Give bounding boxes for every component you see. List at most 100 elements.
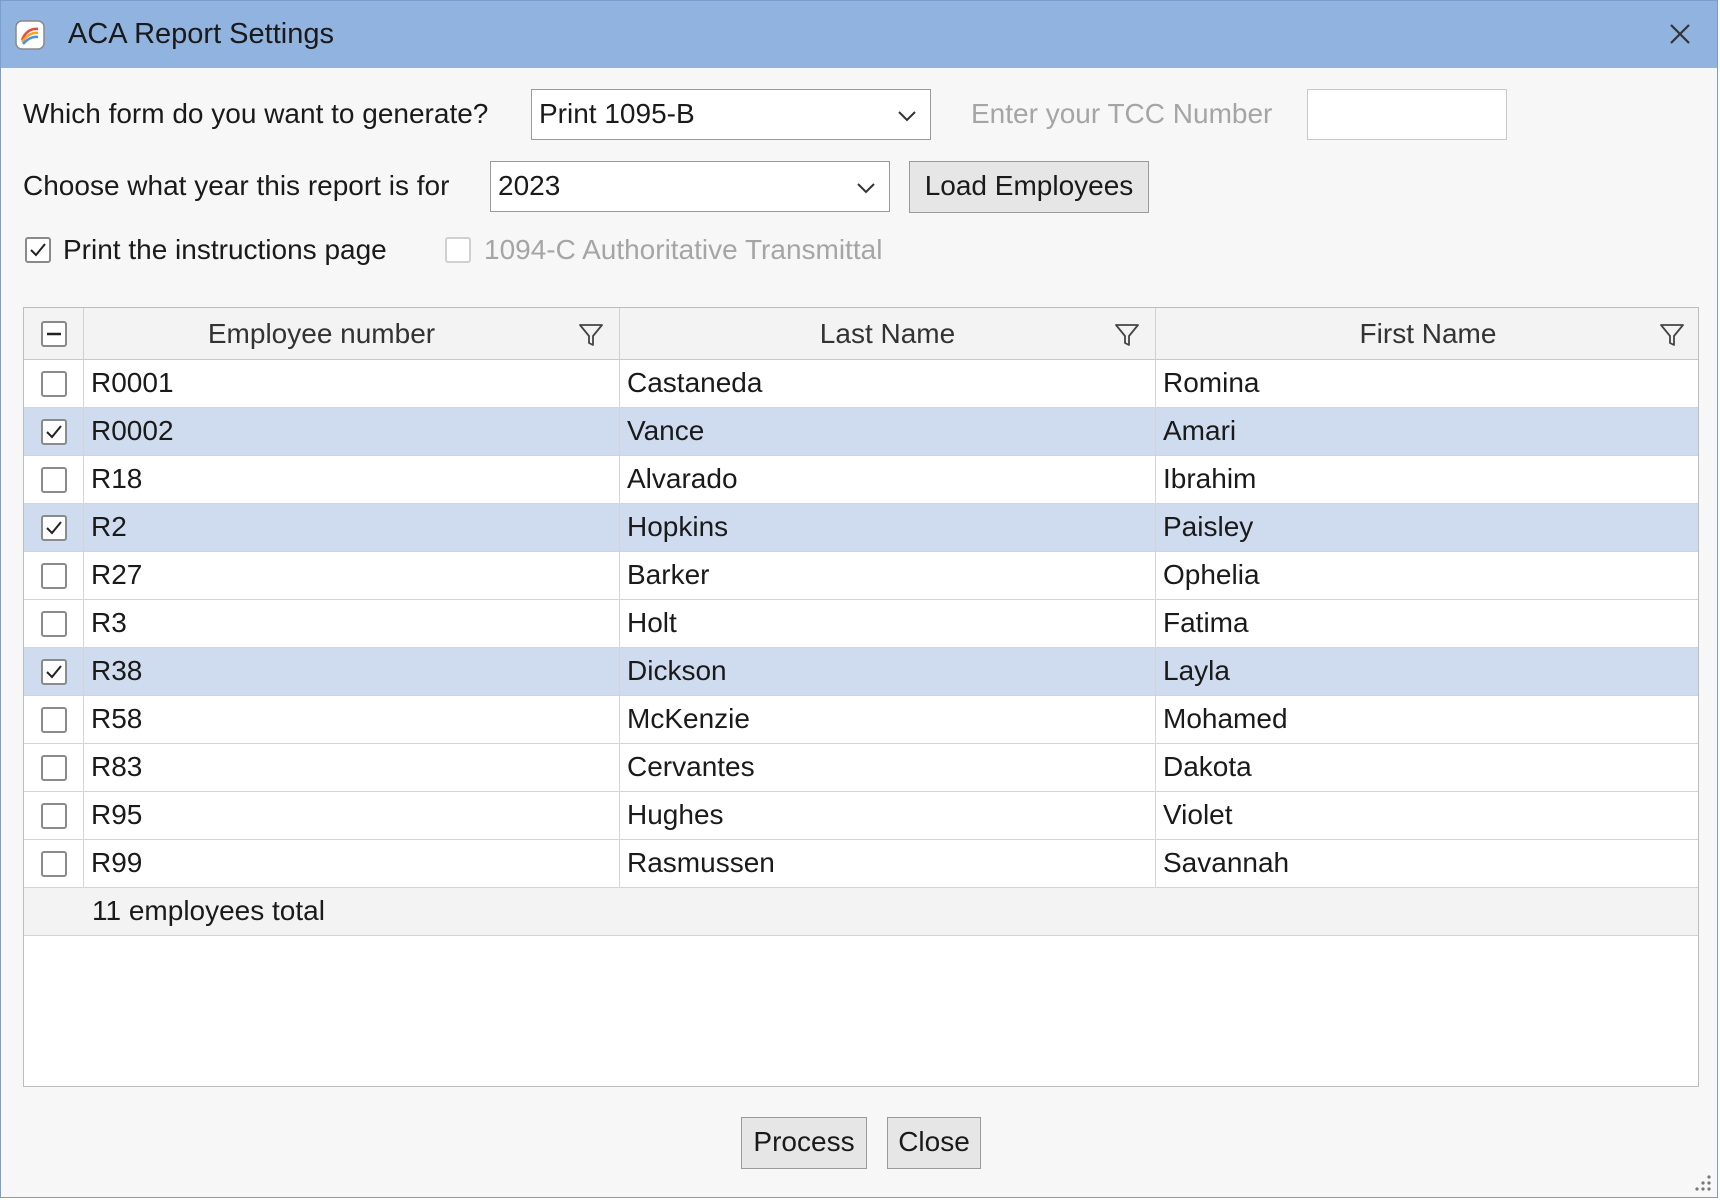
first-name-cell[interactable]: Ophelia xyxy=(1156,552,1698,599)
row-checkbox[interactable] xyxy=(41,851,67,877)
last-name-cell[interactable]: Barker xyxy=(620,552,1156,599)
table-row[interactable]: R2 Hopkins Paisley xyxy=(24,504,1698,552)
table-row[interactable]: R0002 Vance Amari xyxy=(24,408,1698,456)
first-name-cell[interactable]: Dakota xyxy=(1156,744,1698,791)
title-bar[interactable]: ACA Report Settings xyxy=(1,1,1717,68)
table-row[interactable]: R38 Dickson Layla xyxy=(24,648,1698,696)
employee-number-cell-text: R58 xyxy=(91,703,143,734)
first-name-cell[interactable]: Romina xyxy=(1156,360,1698,407)
last-name-cell[interactable]: Dickson xyxy=(620,648,1156,695)
employee-number-cell[interactable]: R18 xyxy=(84,456,620,503)
select-all-checkbox[interactable] xyxy=(41,321,67,347)
tcc-number-input[interactable] xyxy=(1307,89,1507,140)
first-name-cell-text: Savannah xyxy=(1163,847,1290,878)
row-select-cell xyxy=(24,408,84,455)
print-instructions-label: Print the instructions page xyxy=(63,234,387,265)
transmittal-checkbox xyxy=(445,237,471,263)
row-select-cell xyxy=(24,360,84,407)
first-name-cell[interactable]: Violet xyxy=(1156,792,1698,839)
column-header-employee-number[interactable]: Employee number xyxy=(84,308,620,360)
employee-number-cell-text: R18 xyxy=(91,463,143,494)
last-name-cell[interactable]: Hopkins xyxy=(620,504,1156,551)
row-checkbox[interactable] xyxy=(41,467,67,493)
first-name-cell[interactable]: Paisley xyxy=(1156,504,1698,551)
last-name-cell[interactable]: Rasmussen xyxy=(620,840,1156,887)
employee-number-cell-text: R0001 xyxy=(91,367,174,398)
row-checkbox[interactable] xyxy=(41,707,67,733)
table-row[interactable]: R0001 Castaneda Romina xyxy=(24,360,1698,408)
last-name-cell-text: Alvarado xyxy=(627,463,738,494)
row-checkbox[interactable] xyxy=(41,563,67,589)
aca-report-settings-window: ACA Report Settings Which form do you wa… xyxy=(0,0,1718,1198)
resize-grip-icon[interactable] xyxy=(1689,1169,1713,1193)
row-checkbox[interactable] xyxy=(41,371,67,397)
filter-icon[interactable] xyxy=(577,321,605,349)
form-select[interactable]: Print 1095-B xyxy=(531,89,931,140)
table-row[interactable]: R3 Holt Fatima xyxy=(24,600,1698,648)
row-select-cell xyxy=(24,792,84,839)
employee-number-cell-text: R83 xyxy=(91,751,143,782)
table-row[interactable]: R18 Alvarado Ibrahim xyxy=(24,456,1698,504)
filter-icon[interactable] xyxy=(1658,321,1686,349)
table-row[interactable]: R99 Rasmussen Savannah xyxy=(24,840,1698,888)
table-row[interactable]: R95 Hughes Violet xyxy=(24,792,1698,840)
employee-number-cell-text: R2 xyxy=(91,511,127,542)
last-name-cell[interactable]: Cervantes xyxy=(620,744,1156,791)
chevron-down-icon[interactable] xyxy=(896,105,918,127)
first-name-cell[interactable]: Savannah xyxy=(1156,840,1698,887)
employee-number-cell[interactable]: R3 xyxy=(84,600,620,647)
first-name-cell[interactable]: Amari xyxy=(1156,408,1698,455)
process-button[interactable]: Process xyxy=(741,1117,867,1169)
row-checkbox[interactable] xyxy=(41,611,67,637)
employee-number-cell[interactable]: R95 xyxy=(84,792,620,839)
grid-summary-row: 11 employees total xyxy=(24,888,1698,936)
last-name-cell-text: Holt xyxy=(627,607,677,638)
load-employees-button[interactable]: Load Employees xyxy=(909,161,1149,213)
first-name-cell[interactable]: Ibrahim xyxy=(1156,456,1698,503)
column-header-first-name[interactable]: First Name xyxy=(1156,308,1698,360)
first-name-cell[interactable]: Layla xyxy=(1156,648,1698,695)
chevron-down-icon[interactable] xyxy=(855,177,877,199)
row-checkbox[interactable] xyxy=(41,419,67,445)
last-name-cell[interactable]: Castaneda xyxy=(620,360,1156,407)
employee-number-cell[interactable]: R99 xyxy=(84,840,620,887)
employee-number-cell[interactable]: R0001 xyxy=(84,360,620,407)
row-select-cell xyxy=(24,504,84,551)
table-row[interactable]: R27 Barker Ophelia xyxy=(24,552,1698,600)
close-icon[interactable] xyxy=(1661,15,1699,53)
last-name-cell[interactable]: Alvarado xyxy=(620,456,1156,503)
first-name-cell-text: Fatima xyxy=(1163,607,1249,638)
first-name-cell[interactable]: Mohamed xyxy=(1156,696,1698,743)
first-name-cell-text: Romina xyxy=(1163,367,1260,398)
last-name-cell-text: Cervantes xyxy=(627,751,755,782)
row-select-cell xyxy=(24,456,84,503)
print-instructions-checkbox[interactable] xyxy=(25,237,51,263)
employee-number-cell[interactable]: R83 xyxy=(84,744,620,791)
employee-number-cell-text: R0002 xyxy=(91,415,174,446)
close-button[interactable]: Close xyxy=(887,1117,981,1169)
employee-number-cell[interactable]: R2 xyxy=(84,504,620,551)
last-name-cell[interactable]: Vance xyxy=(620,408,1156,455)
employee-number-cell[interactable]: R0002 xyxy=(84,408,620,455)
last-name-cell[interactable]: Holt xyxy=(620,600,1156,647)
row-checkbox[interactable] xyxy=(41,755,67,781)
employee-number-cell-text: R95 xyxy=(91,799,143,830)
last-name-cell-text: McKenzie xyxy=(627,703,750,734)
year-label: Choose what year this report is for xyxy=(23,170,450,201)
row-checkbox[interactable] xyxy=(41,803,67,829)
grid-header: Employee number Last Name First Name xyxy=(24,308,1698,360)
employee-number-cell[interactable]: R58 xyxy=(84,696,620,743)
filter-icon[interactable] xyxy=(1113,321,1141,349)
row-select-cell xyxy=(24,600,84,647)
table-row[interactable]: R58 McKenzie Mohamed xyxy=(24,696,1698,744)
row-checkbox[interactable] xyxy=(41,515,67,541)
row-checkbox[interactable] xyxy=(41,659,67,685)
last-name-cell[interactable]: McKenzie xyxy=(620,696,1156,743)
column-header-last-name[interactable]: Last Name xyxy=(620,308,1156,360)
employee-number-cell[interactable]: R27 xyxy=(84,552,620,599)
year-select[interactable]: 2023 xyxy=(490,161,890,212)
first-name-cell[interactable]: Fatima xyxy=(1156,600,1698,647)
employee-number-cell[interactable]: R38 xyxy=(84,648,620,695)
last-name-cell[interactable]: Hughes xyxy=(620,792,1156,839)
table-row[interactable]: R83 Cervantes Dakota xyxy=(24,744,1698,792)
